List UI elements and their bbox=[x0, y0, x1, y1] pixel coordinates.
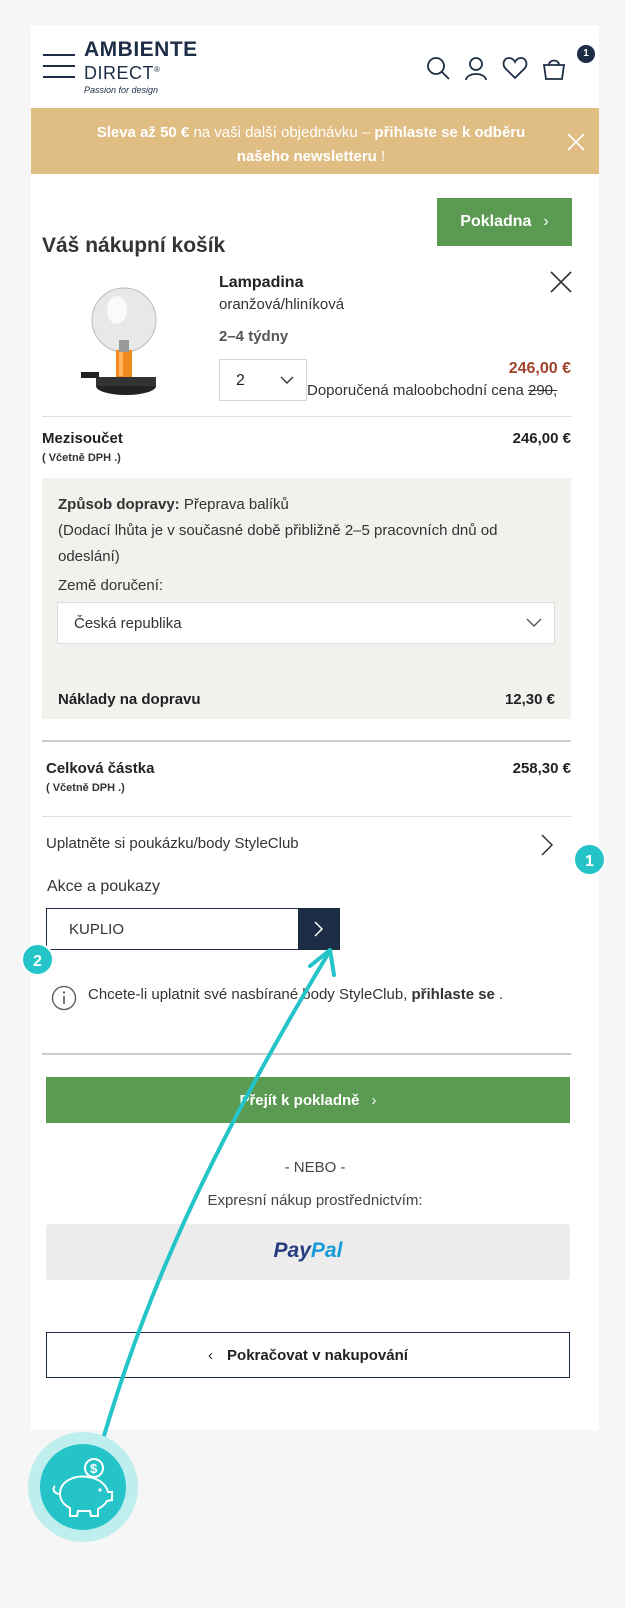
divider bbox=[42, 416, 571, 417]
heart-icon[interactable] bbox=[502, 55, 528, 81]
newsletter-banner[interactable]: Sleva až 50 € na vaši další objednávku –… bbox=[31, 108, 599, 174]
country-value: Česká republika bbox=[74, 615, 182, 632]
search-icon[interactable] bbox=[425, 55, 451, 81]
svg-text:$: $ bbox=[90, 1461, 98, 1476]
quantity-value: 2 bbox=[236, 372, 245, 389]
promo-submit-button[interactable] bbox=[298, 908, 340, 950]
total-vat-note: ( Včetně DPH .) bbox=[46, 782, 125, 794]
voucher-toggle[interactable]: Uplatněte si poukázku/body StyleClub bbox=[46, 835, 299, 852]
chevron-down-icon bbox=[280, 376, 294, 384]
product-price: 246,00 € bbox=[508, 360, 571, 377]
user-icon[interactable] bbox=[463, 55, 489, 81]
total-label: Celková částka bbox=[46, 760, 155, 777]
country-select[interactable]: Česká republika bbox=[57, 602, 555, 644]
close-icon[interactable] bbox=[567, 133, 585, 151]
logo-tagline: Passion for design bbox=[84, 85, 159, 95]
info-icon bbox=[51, 985, 77, 1011]
piggy-bank-circle: $ bbox=[40, 1444, 126, 1530]
shipping-method: Způsob dopravy: Přeprava balíků (Dodací … bbox=[58, 496, 498, 565]
divider bbox=[42, 816, 571, 817]
country-label: Země doručení: bbox=[58, 577, 164, 594]
logo-line1: AMBIENTE bbox=[84, 38, 198, 61]
menu-icon[interactable] bbox=[43, 54, 75, 78]
promo-code-input[interactable]: KUPLIO bbox=[46, 908, 299, 950]
subtotal-label: Mezisoučet bbox=[42, 430, 123, 447]
continue-shopping-button[interactable]: ‹ Pokračovat v nakupování bbox=[46, 1332, 570, 1378]
checkout-button-label: Přejít k pokladně bbox=[239, 1091, 360, 1109]
product-image[interactable] bbox=[79, 280, 169, 410]
annotation-marker-1: 1 bbox=[573, 843, 606, 876]
shipping-cost-label: Náklady na dopravu bbox=[58, 691, 201, 708]
checkout-button-top[interactable]: Pokladna › bbox=[437, 198, 572, 246]
promo-label: Akce a poukazy bbox=[47, 878, 160, 895]
paypal-logo-pay: Pay bbox=[273, 1239, 311, 1262]
page-title: Váš nákupní košík bbox=[42, 234, 226, 257]
or-separator: - NEBO - bbox=[284, 1159, 346, 1176]
paypal-button[interactable]: PayPal bbox=[46, 1224, 570, 1280]
login-link[interactable]: přihlaste se bbox=[412, 986, 495, 1003]
rrp-price: Doporučená maloobchodní cena 290, bbox=[307, 382, 558, 399]
chevron-down-icon bbox=[526, 618, 542, 627]
product-variant: oranžová/hliníková bbox=[219, 296, 345, 313]
banner-text: na vaši další objednávku – bbox=[189, 124, 375, 141]
logo[interactable]: AMBIENTE DIRECT® Passion for design bbox=[84, 39, 198, 97]
checkout-button[interactable]: Přejít k pokladně › bbox=[46, 1077, 570, 1123]
subtotal-vat-note: ( Včetně DPH .) bbox=[42, 452, 121, 464]
checkout-button-label: Pokladna bbox=[460, 213, 532, 230]
quantity-select[interactable]: 2 bbox=[219, 359, 307, 401]
chevron-right-icon bbox=[314, 921, 323, 937]
shipping-cost-value: 12,30 € bbox=[504, 691, 555, 708]
banner-suffix: ! bbox=[376, 148, 386, 165]
chevron-right-icon: › bbox=[543, 213, 549, 230]
divider bbox=[42, 740, 571, 742]
divider bbox=[42, 1053, 571, 1055]
total-value: 258,30 € bbox=[512, 760, 571, 777]
chevron-right-icon: › bbox=[371, 1091, 377, 1109]
banner-discount: Sleva až 50 € bbox=[96, 124, 190, 141]
shipping-box: Způsob dopravy: Přeprava balíků (Dodací … bbox=[42, 478, 571, 719]
continue-shopping-label: Pokračovat v nakupování bbox=[227, 1346, 408, 1364]
logo-line2: DIRECT® bbox=[84, 63, 161, 83]
annotation-marker-2: 2 bbox=[21, 943, 54, 976]
remove-item-icon[interactable] bbox=[549, 270, 573, 294]
piggy-bank-icon: $ bbox=[52, 1458, 113, 1517]
cart-page: AMBIENTE DIRECT® Passion for design 1 Sl… bbox=[31, 25, 599, 1430]
express-checkout-label: Expresní nákup prostřednictvím: bbox=[207, 1192, 423, 1209]
chevron-right-icon[interactable] bbox=[539, 833, 555, 857]
cart-icon[interactable] bbox=[541, 55, 567, 81]
styleclub-info: Chcete-li uplatnit své nasbírané body St… bbox=[88, 986, 504, 1003]
paypal-logo-pal: Pal bbox=[310, 1239, 343, 1262]
cart-count-badge: 1 bbox=[577, 45, 595, 63]
chevron-left-icon: ‹ bbox=[208, 1346, 214, 1364]
product-name[interactable]: Lampadina bbox=[219, 274, 303, 292]
delivery-time: 2–4 týdny bbox=[219, 328, 289, 345]
subtotal-value: 246,00 € bbox=[512, 430, 571, 447]
